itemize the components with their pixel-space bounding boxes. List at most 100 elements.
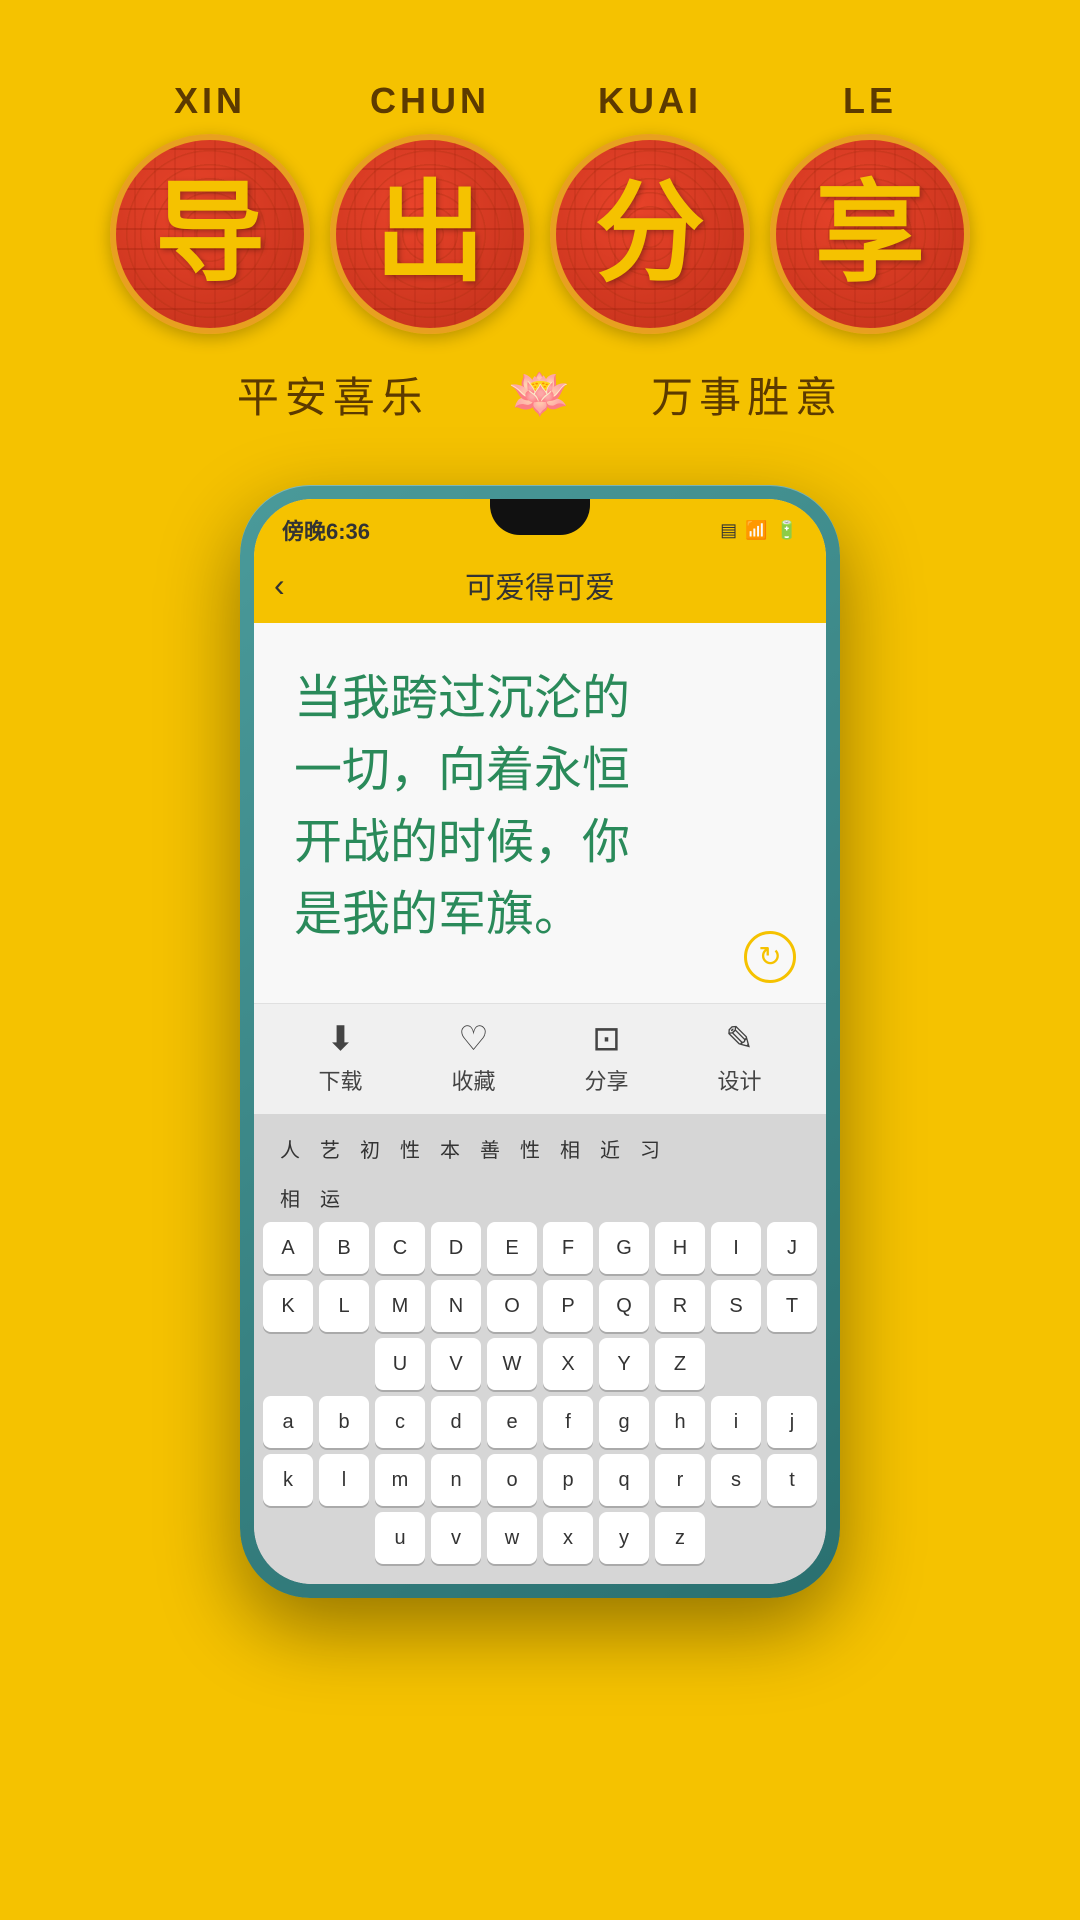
- key-X[interactable]: X: [543, 1338, 593, 1390]
- key-t[interactable]: t: [767, 1454, 817, 1506]
- refresh-icon: ↻: [758, 943, 781, 971]
- suggest-11[interactable]: 运: [312, 1179, 348, 1216]
- key-h[interactable]: h: [655, 1396, 705, 1448]
- key-l[interactable]: l: [319, 1454, 369, 1506]
- download-label: 下载: [318, 1064, 362, 1096]
- phone-wrapper: 傍晚6:36 ▤ 📶 🔋 ‹ 可爱得可爱 当我跨过沉: [240, 485, 840, 1598]
- suggest-7[interactable]: 相: [552, 1130, 588, 1167]
- key-k[interactable]: k: [263, 1454, 313, 1506]
- char-circle-chun: 出: [330, 134, 530, 334]
- key-u-lower[interactable]: u: [375, 1512, 425, 1564]
- refresh-button[interactable]: ↻: [744, 931, 796, 983]
- char-item-le: LE 享: [770, 80, 970, 334]
- key-U[interactable]: U: [375, 1338, 425, 1390]
- phone-outer: 傍晚6:36 ▤ 📶 🔋 ‹ 可爱得可爱 当我跨过沉: [240, 485, 840, 1598]
- key-K[interactable]: K: [263, 1280, 313, 1332]
- action-bar: ⬇ 下载 ♡ 收藏 ⊡ 分享 ✎ 设计: [254, 1003, 826, 1114]
- key-T[interactable]: T: [767, 1280, 817, 1332]
- kb-row-uppercase-2: K L M N O P Q R S T: [262, 1280, 818, 1332]
- design-label: 设计: [717, 1064, 761, 1096]
- key-f[interactable]: f: [543, 1396, 593, 1448]
- key-O[interactable]: O: [487, 1280, 537, 1332]
- edit-icon: ✎: [725, 1022, 754, 1056]
- app-title: 可爱得可爱: [465, 563, 615, 607]
- key-H[interactable]: H: [655, 1222, 705, 1274]
- back-button[interactable]: ‹: [274, 567, 285, 604]
- key-E[interactable]: E: [487, 1222, 537, 1274]
- phone-notch: [490, 499, 590, 535]
- key-e[interactable]: e: [487, 1396, 537, 1448]
- suggestion-row-2: 相 运: [262, 1173, 818, 1222]
- keyboard-area: 人 艺 初 性 本 善 性 相 近 习 相: [254, 1114, 826, 1584]
- kb-row-lowercase-2: k l m n o p q r s t: [262, 1454, 818, 1506]
- key-i[interactable]: i: [711, 1396, 761, 1448]
- favorite-action[interactable]: ♡ 收藏: [451, 1022, 495, 1096]
- status-icons: ▤ 📶 🔋: [720, 520, 798, 541]
- key-b[interactable]: b: [319, 1396, 369, 1448]
- key-B[interactable]: B: [319, 1222, 369, 1274]
- key-d[interactable]: d: [431, 1396, 481, 1448]
- key-c[interactable]: c: [375, 1396, 425, 1448]
- main-text: 当我跨过沉沦的一切，向着永恒开战的时候，你是我的军旗。: [294, 663, 786, 951]
- key-F[interactable]: F: [543, 1222, 593, 1274]
- key-A[interactable]: A: [263, 1222, 313, 1274]
- key-p[interactable]: p: [543, 1454, 593, 1506]
- key-z-lower[interactable]: z: [655, 1512, 705, 1564]
- kb-row-uppercase-1: A B C D E F G H I J: [262, 1222, 818, 1274]
- lotus-icon: 🪷: [509, 365, 571, 424]
- suggestion-row-1: 人 艺 初 性 本 善 性 相 近 习: [262, 1124, 818, 1173]
- key-j[interactable]: j: [767, 1396, 817, 1448]
- char-label-chun: CHUN: [370, 80, 490, 122]
- wifi-icon: 📶: [745, 520, 767, 541]
- download-action[interactable]: ⬇ 下载: [318, 1022, 362, 1096]
- app-header: ‹ 可爱得可爱: [254, 553, 826, 623]
- key-J[interactable]: J: [767, 1222, 817, 1274]
- key-w-lower[interactable]: w: [487, 1512, 537, 1564]
- key-C[interactable]: C: [375, 1222, 425, 1274]
- suggest-0[interactable]: 人: [272, 1130, 308, 1167]
- suggest-10[interactable]: 相: [272, 1179, 308, 1216]
- key-D[interactable]: D: [431, 1222, 481, 1274]
- suggest-6[interactable]: 性: [512, 1130, 548, 1167]
- key-a[interactable]: a: [263, 1396, 313, 1448]
- key-Q[interactable]: Q: [599, 1280, 649, 1332]
- key-m[interactable]: m: [375, 1454, 425, 1506]
- key-W[interactable]: W: [487, 1338, 537, 1390]
- suggest-3[interactable]: 性: [392, 1130, 428, 1167]
- key-n[interactable]: n: [431, 1454, 481, 1506]
- key-x-lower[interactable]: x: [543, 1512, 593, 1564]
- key-V[interactable]: V: [431, 1338, 481, 1390]
- key-g[interactable]: g: [599, 1396, 649, 1448]
- key-y-lower[interactable]: y: [599, 1512, 649, 1564]
- key-R[interactable]: R: [655, 1280, 705, 1332]
- suggest-8[interactable]: 近: [592, 1130, 628, 1167]
- phone-inner: 傍晚6:36 ▤ 📶 🔋 ‹ 可爱得可爱 当我跨过沉: [254, 499, 826, 1584]
- key-S[interactable]: S: [711, 1280, 761, 1332]
- top-section: XIN 导 CHUN 出 KUAI 分 LE: [0, 0, 1080, 465]
- key-Z[interactable]: Z: [655, 1338, 705, 1390]
- key-q[interactable]: q: [599, 1454, 649, 1506]
- key-P[interactable]: P: [543, 1280, 593, 1332]
- content-area: 当我跨过沉沦的一切，向着永恒开战的时候，你是我的军旗。 ↻: [254, 623, 826, 1003]
- char-circle-le: 享: [770, 134, 970, 334]
- key-I[interactable]: I: [711, 1222, 761, 1274]
- suggest-2[interactable]: 初: [352, 1130, 388, 1167]
- key-L[interactable]: L: [319, 1280, 369, 1332]
- suggest-1[interactable]: 艺: [312, 1130, 348, 1167]
- key-s[interactable]: s: [711, 1454, 761, 1506]
- phone-screen: 傍晚6:36 ▤ 📶 🔋 ‹ 可爱得可爱 当我跨过沉: [254, 499, 826, 1584]
- key-Y[interactable]: Y: [599, 1338, 649, 1390]
- suggest-4[interactable]: 本: [432, 1130, 468, 1167]
- key-v-lower[interactable]: v: [431, 1512, 481, 1564]
- key-r[interactable]: r: [655, 1454, 705, 1506]
- suggest-9[interactable]: 习: [632, 1130, 668, 1167]
- share-label: 分享: [584, 1064, 628, 1096]
- design-action[interactable]: ✎ 设计: [717, 1022, 761, 1096]
- key-M[interactable]: M: [375, 1280, 425, 1332]
- key-G[interactable]: G: [599, 1222, 649, 1274]
- share-action[interactable]: ⊡ 分享: [584, 1022, 628, 1096]
- key-o[interactable]: o: [487, 1454, 537, 1506]
- battery-icon: 🔋: [776, 520, 798, 541]
- suggest-5[interactable]: 善: [472, 1130, 508, 1167]
- key-N[interactable]: N: [431, 1280, 481, 1332]
